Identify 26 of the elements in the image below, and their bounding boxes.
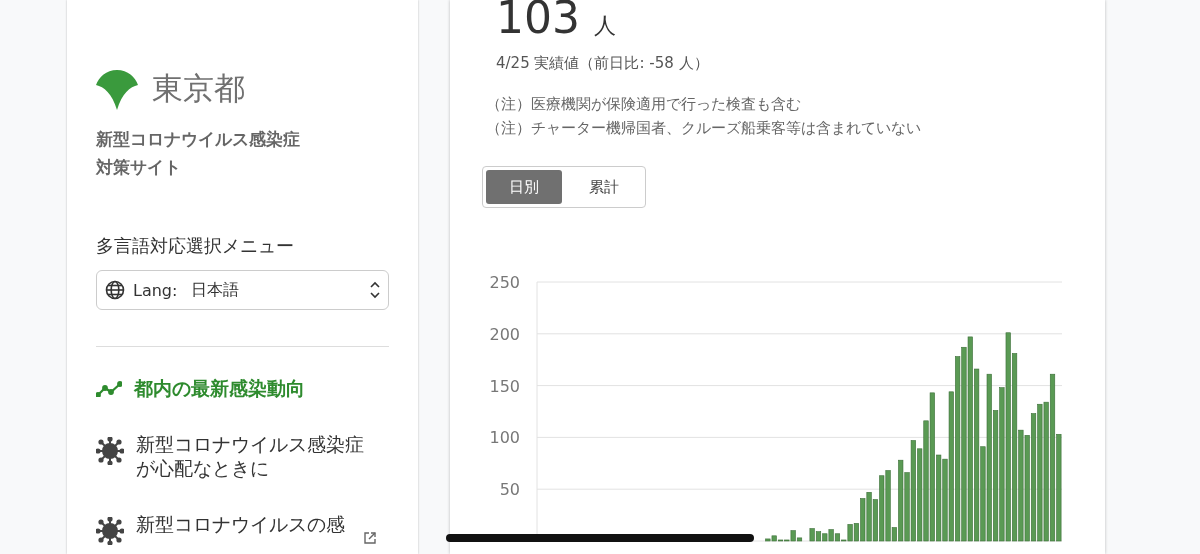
ginkgo-leaf-icon: [96, 68, 138, 110]
nav-item[interactable]: 都内の最新感染動向: [96, 377, 389, 401]
axis-tick-label: 150: [489, 376, 520, 396]
nav-item[interactable]: 新型コロナウイルス感染症が心配なときに: [96, 433, 389, 481]
axis-tick-label: 50: [499, 480, 520, 500]
trend-line-icon: [96, 381, 122, 397]
logo-text: 東京都: [152, 69, 245, 108]
footnote: （注）医療機関が保険適用で行った検査も含む: [486, 95, 802, 114]
axis-tick-label: 250: [489, 273, 520, 292]
count-unit: 人: [594, 12, 616, 40]
virus-icon: [96, 517, 124, 545]
language-label: 多言語対応選択メニュー: [96, 234, 295, 258]
site-title: 新型コロナウイルス感染症対策サイト: [96, 129, 301, 179]
language-select[interactable]: Lang: 日本語: [96, 270, 389, 310]
axis-tick-label: 200: [489, 324, 520, 344]
footnote: （注）チャーター機帰国者、クルーズ船乗客等は含まれていない: [486, 119, 922, 138]
globe-icon: [105, 280, 125, 300]
date-note: 4/25 実績値（前日比: -58 人）: [496, 54, 710, 73]
case-count: 103: [496, 0, 580, 44]
select-value: 日本語: [191, 279, 241, 301]
chevron-updown-icon: [370, 281, 380, 299]
virus-icon: [96, 437, 124, 465]
nav-item[interactable]: 新型コロナウイルスの感: [96, 513, 389, 545]
select-prefix: Lang:: [133, 280, 178, 300]
axis-tick-label: 100: [489, 428, 520, 448]
toggle-tab[interactable]: 日別: [486, 170, 562, 204]
